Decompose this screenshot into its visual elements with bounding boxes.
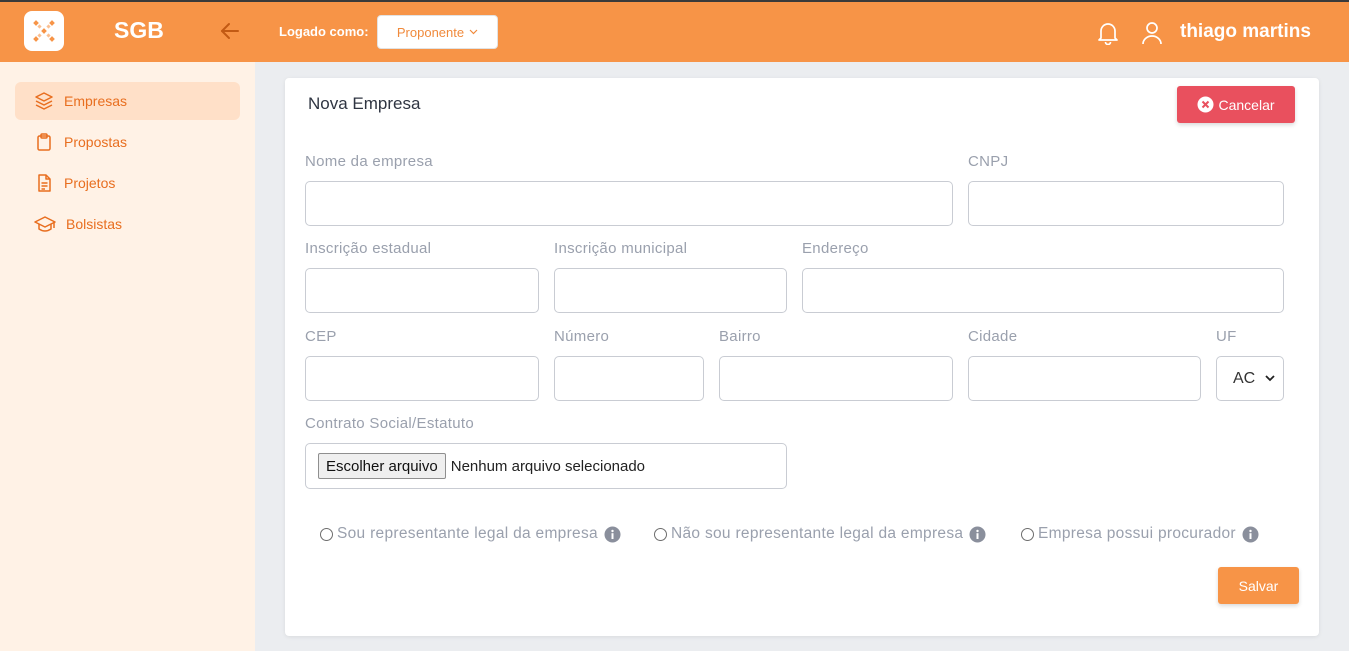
radio-label: Sou representante legal da empresa xyxy=(337,525,598,542)
cancel-label: Cancelar xyxy=(1218,96,1275,113)
radio-button[interactable] xyxy=(654,527,667,541)
contrato-file-input[interactable]: Escolher arquivo Nenhum arquivo selecion… xyxy=(305,443,787,489)
role-value: Proponente xyxy=(396,24,465,40)
info-icon[interactable] xyxy=(604,526,621,543)
inscricao-municipal-label: Inscrição municipal xyxy=(554,240,688,257)
cep-input[interactable] xyxy=(305,356,539,401)
radio-option-procurador[interactable]: Empresa possui procurador xyxy=(1021,525,1259,543)
endereco-input[interactable] xyxy=(802,268,1284,313)
chevron-down-icon xyxy=(1265,375,1275,382)
sidebar-item-label: Projetos xyxy=(64,175,116,191)
cep-label: CEP xyxy=(305,328,337,345)
inscricao-municipal-input[interactable] xyxy=(554,268,787,313)
sidebar-item-empresas[interactable]: Empresas xyxy=(15,82,240,120)
info-icon[interactable] xyxy=(1242,526,1259,543)
username[interactable]: thiago martins xyxy=(1180,21,1311,43)
endereco-label: Endereço xyxy=(802,240,869,257)
radio-label: Empresa possui procurador xyxy=(1038,525,1236,542)
radio-label: Não sou representante legal da empresa xyxy=(671,525,964,542)
cnpj-input[interactable] xyxy=(968,181,1284,226)
uf-label: UF xyxy=(1216,328,1237,345)
cidade-input[interactable] xyxy=(968,356,1201,401)
logo[interactable] xyxy=(24,11,64,51)
sidebar-item-label: Empresas xyxy=(64,93,128,109)
info-icon[interactable] xyxy=(969,526,986,543)
clipboard-icon xyxy=(37,133,51,151)
numero-input[interactable] xyxy=(554,356,704,401)
sidebar-item-label: Propostas xyxy=(64,134,128,150)
radio-option-representante[interactable]: Sou representante legal da empresa xyxy=(320,525,621,543)
cnpj-label: CNPJ xyxy=(968,153,1009,170)
cancel-button[interactable]: Cancelar xyxy=(1177,86,1295,123)
layers-icon xyxy=(35,92,53,110)
close-circle-icon xyxy=(1197,96,1214,113)
user-icon xyxy=(1142,22,1162,45)
numero-label: Número xyxy=(554,328,610,345)
document-icon xyxy=(38,174,51,192)
logo-icon xyxy=(33,20,55,42)
user-menu-button[interactable] xyxy=(1141,21,1163,50)
contrato-label: Contrato Social/Estatuto xyxy=(305,415,474,432)
sidebar-item-projetos[interactable]: Projetos xyxy=(15,164,240,202)
radio-button[interactable] xyxy=(1021,527,1034,541)
bairro-label: Bairro xyxy=(719,328,761,345)
arrow-left-icon xyxy=(221,23,239,39)
graduation-cap-icon xyxy=(34,216,56,232)
sidebar-header: SGB xyxy=(0,0,255,62)
uf-select[interactable]: AC xyxy=(1216,356,1284,401)
cidade-label: Cidade xyxy=(968,328,1018,345)
inscricao-estadual-label: Inscrição estadual xyxy=(305,240,432,257)
nome-input[interactable] xyxy=(305,181,953,226)
new-company-card: Nova Empresa Cancelar Nome da empresa CN… xyxy=(285,78,1319,636)
file-status: Nenhum arquivo selecionado xyxy=(450,457,646,475)
sidebar-item-propostas[interactable]: Propostas xyxy=(15,123,240,161)
chevron-down-icon xyxy=(469,27,478,38)
top-bar: Logado como: Proponente thiago martins xyxy=(255,0,1349,62)
sidebar-nav: Empresas Propostas Projetos Bolsistas xyxy=(0,62,255,243)
radio-option-nao-representante[interactable]: Não sou representante legal da empresa xyxy=(654,525,986,543)
collapse-sidebar-button[interactable] xyxy=(219,20,241,47)
logged-as-label: Logado como: xyxy=(279,24,369,39)
inscricao-estadual-input[interactable] xyxy=(305,268,539,313)
choose-file-button[interactable]: Escolher arquivo xyxy=(318,453,446,479)
save-button[interactable]: Salvar xyxy=(1218,567,1299,604)
sidebar-item-label: Bolsistas xyxy=(66,216,123,232)
brand-name: SGB xyxy=(114,17,164,43)
notifications-button[interactable] xyxy=(1097,21,1119,50)
nome-label: Nome da empresa xyxy=(305,153,433,170)
bairro-input[interactable] xyxy=(719,356,953,401)
uf-value: AC xyxy=(1233,369,1256,387)
page-title: Nova Empresa xyxy=(308,94,421,113)
role-dropdown[interactable]: Proponente xyxy=(377,15,498,49)
sidebar-item-bolsistas[interactable]: Bolsistas xyxy=(15,205,240,243)
sidebar: SGB Empresas Propostas Projetos Bolsista… xyxy=(0,0,255,651)
bell-icon xyxy=(1098,23,1118,46)
radio-button[interactable] xyxy=(320,527,333,541)
